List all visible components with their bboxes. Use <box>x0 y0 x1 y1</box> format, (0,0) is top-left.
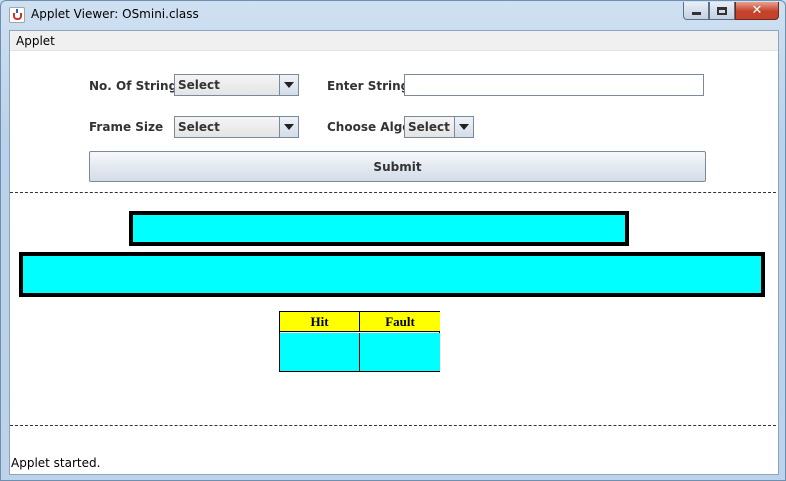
no-of-string-value: Select <box>178 78 220 92</box>
dropdown-arrow-button[interactable] <box>279 75 298 95</box>
divider-bottom <box>10 425 776 426</box>
no-of-string-label: No. Of String <box>89 79 178 93</box>
menu-applet[interactable]: Applet <box>16 34 55 48</box>
menu-bar: Applet <box>10 31 778 51</box>
chevron-down-icon <box>284 124 294 130</box>
frame-size-select[interactable]: Select <box>174 116 299 138</box>
maximize-button[interactable] <box>709 2 735 20</box>
frame-display-panel <box>19 252 765 297</box>
enter-string-label: Enter String <box>327 79 410 93</box>
no-of-string-select[interactable]: Select <box>174 74 299 96</box>
enter-string-input[interactable] <box>404 74 704 96</box>
fault-header: Fault <box>360 312 440 332</box>
status-text: Applet started. <box>11 456 101 470</box>
frame-size-label: Frame Size <box>89 120 164 134</box>
hit-fault-table: Hit Fault <box>279 311 440 372</box>
dropdown-arrow-button[interactable] <box>279 117 298 137</box>
hit-value-cell <box>280 333 360 371</box>
maximize-icon <box>717 6 727 15</box>
window-controls: ✕ <box>683 2 779 20</box>
string-display-panel <box>129 211 629 246</box>
hit-header: Hit <box>280 312 360 332</box>
choose-algo-value: Select <box>408 120 450 134</box>
applet-area: Applet No. Of String Select Enter String… <box>9 30 779 475</box>
title-bar[interactable]: Applet Viewer: OSmini.class ✕ <box>1 1 785 29</box>
applet-viewer-window: Applet Viewer: OSmini.class ✕ Applet No.… <box>0 0 786 481</box>
choose-algo-label: Choose Algo <box>327 120 411 134</box>
minimize-button[interactable] <box>683 2 709 20</box>
divider-top <box>10 192 776 193</box>
window-title: Applet Viewer: OSmini.class <box>31 7 199 21</box>
close-icon: ✕ <box>751 3 763 18</box>
fault-value-cell <box>360 333 440 371</box>
close-button[interactable]: ✕ <box>735 2 779 20</box>
submit-button[interactable]: Submit <box>89 151 706 182</box>
minimize-icon <box>691 12 701 15</box>
dropdown-arrow-button[interactable] <box>454 117 473 137</box>
choose-algo-select[interactable]: Select <box>404 116 474 138</box>
java-icon <box>9 7 25 23</box>
frame-size-value: Select <box>178 120 220 134</box>
chevron-down-icon <box>284 82 294 88</box>
chevron-down-icon <box>459 124 469 130</box>
